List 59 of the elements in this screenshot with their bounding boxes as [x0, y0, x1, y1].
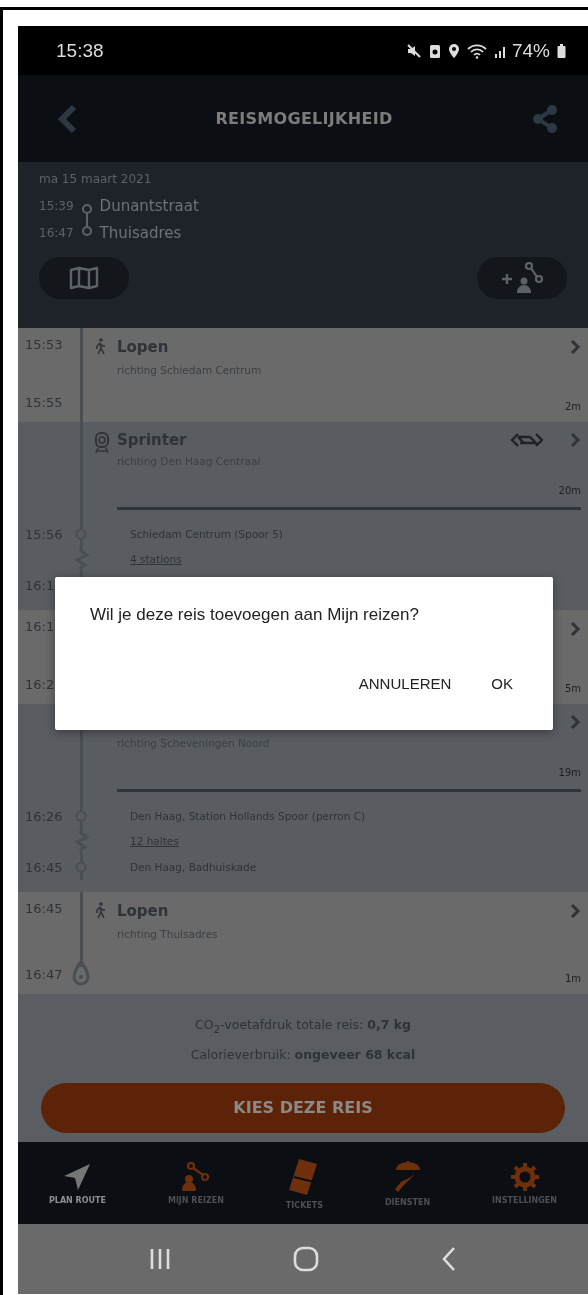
chevron-right-icon[interactable] — [570, 621, 581, 637]
trip-time: 15:39 — [39, 198, 74, 215]
add-to-trips-button[interactable] — [477, 257, 567, 299]
segment-duration: 20m — [558, 485, 581, 497]
segment-time: 15:53 — [25, 337, 64, 352]
wifi-icon — [466, 42, 487, 59]
dialog-button[interactable]: OK — [483, 669, 521, 698]
train-icon — [94, 432, 110, 454]
walking-person-icon — [94, 338, 106, 355]
segment-time: 15:55 — [25, 395, 64, 410]
choose-trip-button[interactable]: KIES DEZE REIS — [41, 1082, 565, 1133]
trip-place: Dunantstraat — [99, 196, 199, 216]
location-icon — [447, 42, 460, 59]
status-time: 15:38 — [56, 39, 104, 62]
navigation-arrow-icon — [62, 1161, 93, 1192]
double-arrow-logo-icon — [510, 431, 544, 448]
destination-pin-icon — [72, 960, 90, 986]
nav-tab[interactable]: TICKETS — [283, 1152, 325, 1214]
segment-time: 16:47 — [25, 967, 64, 982]
segment-duration: 5m — [564, 683, 581, 694]
chevron-right-icon[interactable] — [570, 339, 581, 355]
mute-icon — [405, 42, 422, 59]
segment-time: 16:45 — [25, 901, 64, 916]
recent-apps-icon[interactable] — [149, 1247, 171, 1271]
battery-percentage: 74% — [511, 39, 550, 62]
back-icon[interactable] — [56, 103, 78, 134]
dialog-message: Wil je deze reis toevoegen aan Mijn reizen? — [90, 605, 420, 625]
segment-title: Lopen — [117, 902, 169, 920]
chevron-right-icon[interactable] — [570, 903, 581, 919]
settings-icon — [509, 1161, 540, 1192]
battery-saver-icon — [428, 42, 441, 59]
segment-title: Lopen — [117, 338, 169, 356]
nav-tab[interactable]: INSTELLINGEN — [490, 1157, 559, 1209]
add-route-icon — [499, 262, 545, 294]
trip-date: ma 15 maart 2021 — [39, 172, 153, 186]
origin-destination-icon — [79, 202, 94, 237]
dialog-button[interactable]: ANNULEREN — [350, 669, 460, 698]
segment-time: 16:1 — [25, 619, 56, 634]
segment-duration: 19m — [558, 767, 581, 779]
map-button[interactable] — [39, 257, 129, 299]
segment-duration: 2m — [564, 401, 581, 412]
trip-time: 16:47 — [39, 225, 74, 242]
chevron-right-icon[interactable] — [570, 713, 581, 730]
map-icon — [69, 266, 99, 290]
segment-time: 16:2 — [25, 677, 56, 692]
share-icon[interactable] — [530, 103, 560, 134]
screen-title: REISMOGELIJKHEID — [215, 109, 393, 128]
nav-tab[interactable]: MIJN REIZEN — [165, 1157, 226, 1209]
nav-tab[interactable]: PLAN ROUTE — [46, 1157, 108, 1209]
battery-icon — [557, 42, 566, 59]
back-icon[interactable] — [441, 1246, 457, 1272]
nav-tab[interactable]: DIENSTEN — [382, 1155, 433, 1211]
home-icon[interactable] — [293, 1246, 319, 1272]
walking-person-icon — [94, 902, 106, 919]
route-icon — [180, 1161, 211, 1192]
chevron-right-icon[interactable] — [570, 431, 581, 448]
segment-duration: 1m — [564, 973, 581, 984]
cloche-hand-icon — [392, 1159, 423, 1194]
trip-place: Thuisadres — [99, 223, 183, 243]
